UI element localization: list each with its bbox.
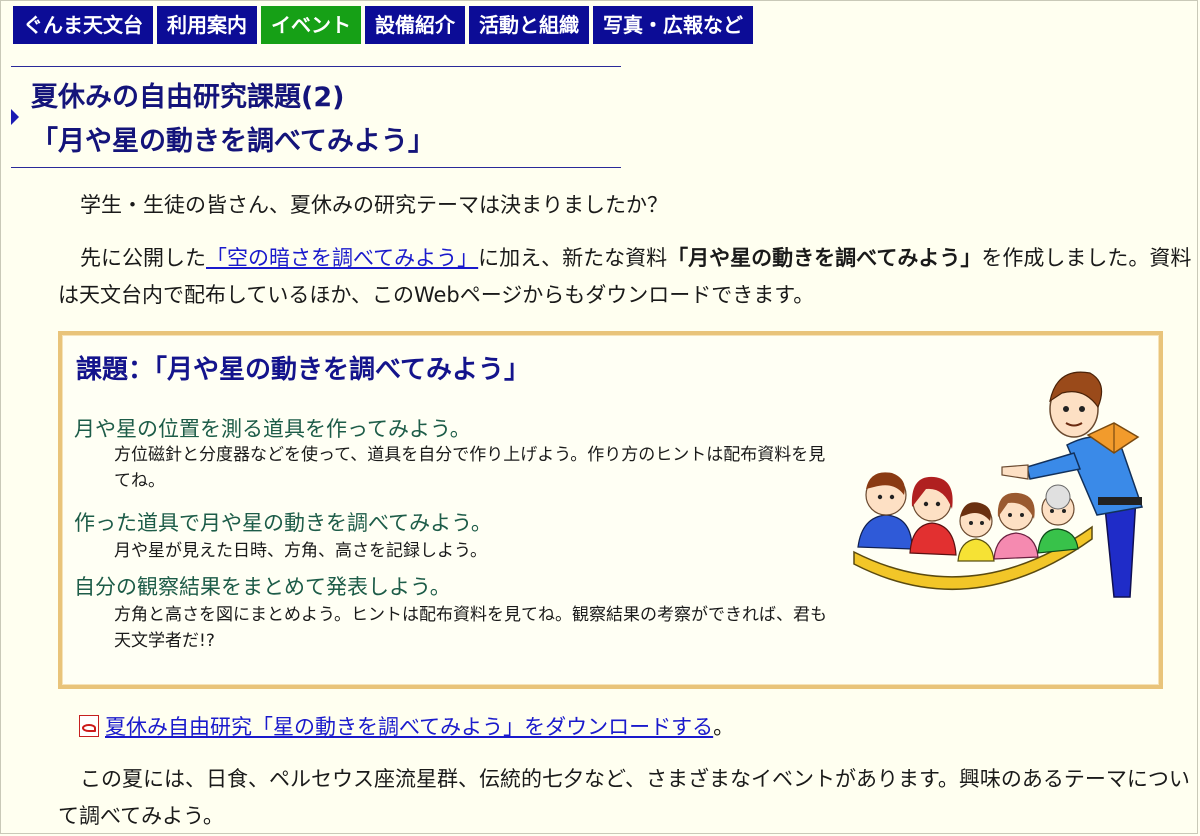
- page-heading: 夏休みの自由研究課題(2) 「月や星の動きを調べてみよう」: [11, 66, 621, 168]
- task-1-heading: 月や星の位置を測る道具を作ってみよう。: [74, 417, 471, 441]
- page: ぐんま天文台 利用案内 イベント 設備紹介 活動と組織 写真・広報など 夏休みの…: [0, 0, 1198, 834]
- outro-paragraph: この夏には、日食、ペルセウス座流星群、伝統的七夕など、さまざまなイベントがありま…: [58, 767, 1190, 828]
- nav-item-facilities[interactable]: 設備紹介: [365, 6, 465, 44]
- task-3-description: 方角と高さを図にまとめよう。ヒントは配布資料を見てね。観察結果の考察ができれば、…: [114, 605, 827, 651]
- nav-item-usage-guide[interactable]: 利用案内: [157, 6, 257, 44]
- download-pdf-link[interactable]: 夏休み自由研究「星の動きを調べてみよう」をダウンロードする: [105, 715, 713, 739]
- top-nav: ぐんま天文台 利用案内 イベント 設備紹介 活動と組織 写真・広報など: [13, 6, 753, 44]
- sky-darkness-link[interactable]: 「空の暗さを調べてみよう」: [206, 246, 478, 270]
- para2-bold-title: 「月や星の動きを調べてみよう」: [667, 246, 982, 270]
- heading-subtitle: 「月や星の動きを調べてみよう」: [31, 126, 435, 157]
- teacher-children-illustration: [853, 371, 1143, 598]
- download-link-wrapper: 夏休み自由研究「星の動きを調べてみよう」をダウンロードする。: [105, 711, 734, 741]
- nav-item-photos-pr[interactable]: 写真・広報など: [593, 6, 753, 44]
- task-2-description: 月や星が見えた日時、方角、高さを記録しよう。: [114, 541, 487, 561]
- download-row: 夏休み自由研究「星の動きを調べてみよう」をダウンロードする。: [79, 711, 734, 741]
- heading-triangle-icon: [11, 109, 19, 125]
- intro-paragraph-1: 学生・生徒の皆さん、夏休みの研究テーマは決まりましたか？: [80, 193, 668, 217]
- pdf-icon: [79, 715, 99, 737]
- nav-item-events[interactable]: イベント: [261, 6, 361, 44]
- assignment-title: 課題：「月や星の動きを調べてみよう」: [76, 355, 530, 385]
- para2-text-middle: に加え、新たな資料: [478, 246, 668, 270]
- task-3-heading: 自分の観察結果をまとめて発表しよう。: [74, 575, 451, 599]
- nav-item-activities[interactable]: 活動と組織: [469, 6, 589, 44]
- nav-item-gunma-observatory[interactable]: ぐんま天文台: [13, 6, 153, 44]
- task-1-description: 方位磁針と分度器などを使って、道具を自分で作り上げよう。作り方のヒントは配布資料…: [114, 445, 826, 491]
- assignment-box: 課題：「月や星の動きを調べてみよう」 月や星の位置を測る道具を作ってみよう。 方…: [58, 331, 1163, 689]
- download-suffix: 。: [713, 715, 735, 739]
- intro-paragraph-2: 先に公開した「空の暗さを調べてみよう」に加え、新たな資料「月や星の動きを調べてみ…: [58, 240, 1193, 314]
- heading-title: 夏休みの自由研究課題(2): [31, 82, 345, 113]
- para2-text-before: 先に公開した: [80, 246, 206, 270]
- task-2-heading: 作った道具で月や星の動きを調べてみよう。: [74, 511, 492, 535]
